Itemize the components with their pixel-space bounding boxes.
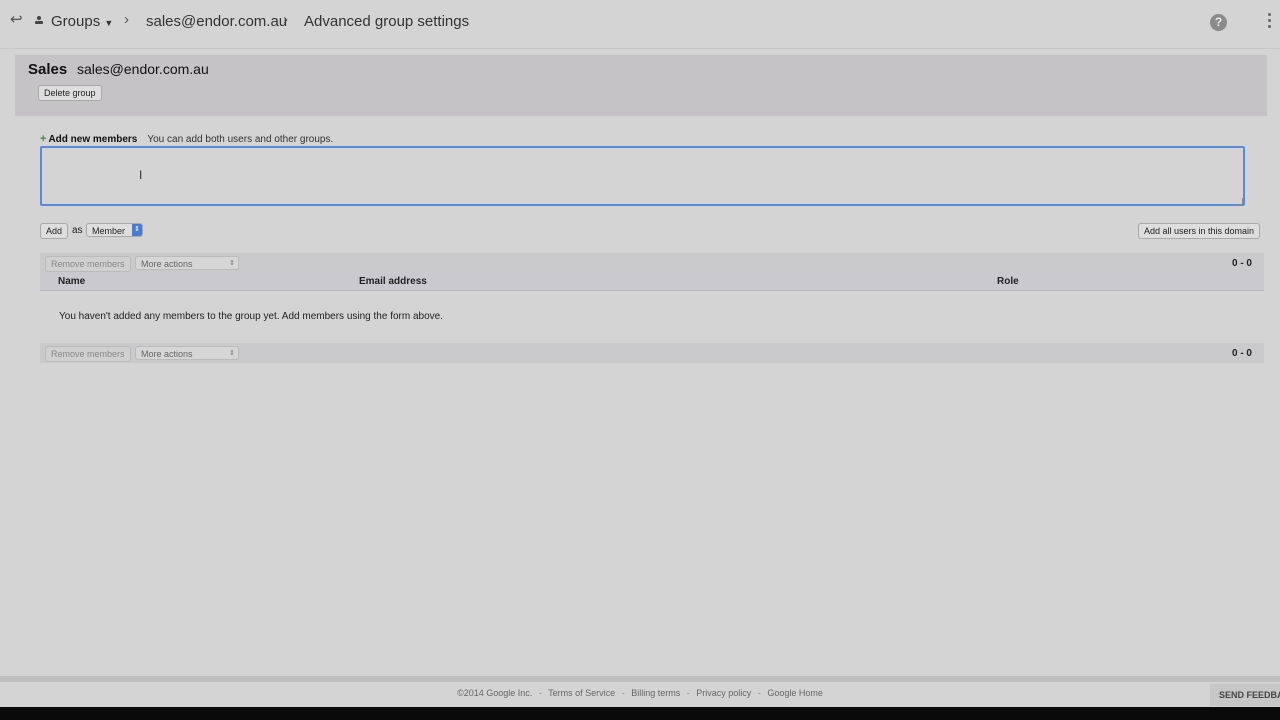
- chevron-right-icon: ›: [283, 11, 288, 28]
- add-members-input[interactable]: [40, 146, 1245, 206]
- more-actions-label: More actions: [141, 349, 193, 359]
- empty-members-message: You haven't added any members to the gro…: [59, 311, 443, 322]
- as-label: as: [72, 225, 83, 236]
- more-vert-icon[interactable]: [1267, 13, 1273, 33]
- add-all-users-button[interactable]: Add all users in this domain: [1138, 223, 1261, 239]
- back-arrow-icon[interactable]: ↩: [10, 10, 23, 28]
- group-name: Sales: [28, 61, 68, 78]
- add-members-hint: You can add both users and other groups.: [147, 134, 334, 145]
- dropdown-caret-icon: ▼: [104, 18, 114, 28]
- column-name[interactable]: Name: [58, 276, 85, 287]
- remove-members-button[interactable]: Remove members: [45, 346, 131, 362]
- footer-link-billing[interactable]: Billing terms: [631, 688, 680, 698]
- members-toolbar-top: Remove members More actions ⇕ 0 - 0: [40, 253, 1264, 273]
- select-arrows-icon: ⇕: [229, 260, 235, 267]
- role-select[interactable]: Member ⇕: [86, 223, 143, 237]
- help-icon[interactable]: ?: [1210, 14, 1227, 31]
- add-button[interactable]: Add: [40, 223, 69, 239]
- select-arrows-icon: ⇕: [229, 350, 235, 357]
- resize-handle[interactable]: [1236, 198, 1243, 205]
- member-count: 0 - 0: [1231, 348, 1252, 359]
- select-arrows-icon: ⇕: [132, 224, 142, 236]
- breadcrumb-groups-label: Groups: [51, 13, 101, 30]
- text-cursor-icon: I: [139, 168, 143, 182]
- send-feedback-button[interactable]: SEND FEEDBACK: [1210, 684, 1280, 706]
- group-email: sales@endor.com.au: [77, 61, 209, 77]
- breadcrumb-groups[interactable]: Groups ▼: [51, 13, 113, 30]
- delete-group-button[interactable]: Delete group: [38, 85, 102, 101]
- breadcrumb-group-email[interactable]: sales@endor.com.au: [146, 13, 287, 30]
- chevron-right-icon: ›: [124, 11, 129, 28]
- breadcrumb-current: Advanced group settings: [304, 13, 470, 30]
- role-select-value: Member: [92, 226, 126, 236]
- column-email[interactable]: Email address: [359, 276, 427, 287]
- more-actions-select[interactable]: More actions ⇕: [135, 256, 239, 270]
- bottom-bar: [0, 707, 1280, 720]
- group-header: Sales sales@endor.com.au Delete group: [15, 55, 1267, 116]
- column-role[interactable]: Role: [997, 276, 1019, 287]
- members-table-header: Name Email address Role: [40, 273, 1264, 291]
- footer-link-google-home[interactable]: Google Home: [767, 688, 823, 698]
- members-toolbar-bottom: Remove members More actions ⇕ 0 - 0: [40, 343, 1264, 363]
- plus-icon: +: [40, 133, 47, 145]
- footer-link-terms[interactable]: Terms of Service: [548, 688, 615, 698]
- footer-link-privacy[interactable]: Privacy policy: [696, 688, 751, 698]
- groups-icon: [35, 16, 43, 24]
- footer-divider: [0, 676, 1280, 682]
- top-bar: ↩ Groups ▼ › sales@endor.com.au › Advanc…: [0, 0, 1280, 49]
- member-count: 0 - 0: [1231, 258, 1252, 269]
- add-members-title: Add new members: [48, 134, 138, 145]
- add-members-heading: + Add new members You can add both users a…: [40, 133, 333, 145]
- more-actions-label: More actions: [141, 259, 193, 269]
- more-actions-select[interactable]: More actions ⇕: [135, 346, 239, 360]
- footer-copyright: ©2014 Google Inc.: [457, 688, 533, 698]
- remove-members-button[interactable]: Remove members: [45, 256, 131, 272]
- footer: ©2014 Google Inc. - Terms of Service - B…: [457, 688, 823, 698]
